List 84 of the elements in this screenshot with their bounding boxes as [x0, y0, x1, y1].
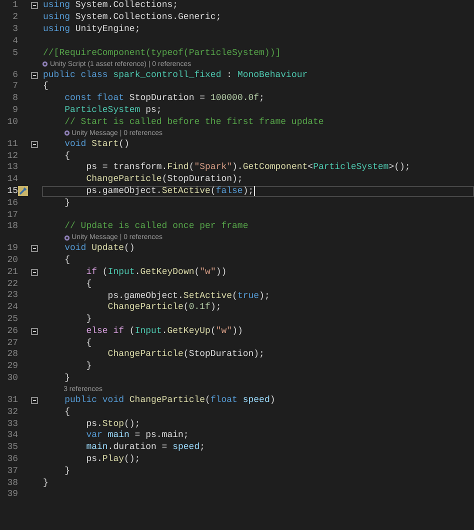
code-line: main.duration = speed; — [86, 442, 206, 454]
code-line: public void ChangeParticle(float speed) — [64, 395, 276, 406]
line-number: 14 — [6, 174, 18, 186]
line-number: 27 — [6, 338, 18, 349]
code-line: // Update is called once per frame — [64, 221, 248, 232]
line-number: 11 — [6, 138, 18, 150]
collapse-icon[interactable] — [31, 72, 38, 79]
collapse-icon[interactable] — [31, 245, 38, 252]
line-number: 2 — [12, 12, 18, 24]
collapse-icon[interactable] — [31, 2, 38, 10]
code-line: } — [86, 361, 92, 372]
code-line: const float StopDuration = 100000.0f; — [64, 93, 264, 104]
text-cursor — [254, 186, 255, 196]
code-line: { — [43, 81, 48, 92]
line-number: 22 — [6, 278, 18, 290]
code-line: if (Input.GetKeyDown("w")) — [86, 266, 227, 278]
line-number: 36 — [6, 454, 18, 466]
collapse-icon[interactable] — [31, 268, 38, 276]
code-line: { — [86, 278, 92, 290]
line-number: 31 — [6, 395, 18, 406]
line-number: 15 — [6, 186, 18, 197]
line-number: 33 — [6, 418, 18, 430]
code-line: ps.Play(); — [86, 454, 140, 466]
code-line: ps = transform.Find("Spark").GetComponent<ParticleSystem>(); — [86, 162, 410, 174]
code-line: } — [43, 478, 48, 489]
line-number: 24 — [6, 302, 18, 314]
code-line: using System.Collections; — [43, 0, 178, 12]
collapse-icon[interactable] — [31, 140, 38, 148]
code-line: var main = ps.main; — [86, 430, 189, 442]
line-number: 30 — [6, 373, 18, 384]
line-number: 39 — [6, 489, 18, 500]
line-number: 10 — [6, 116, 18, 128]
line-number: 20 — [6, 255, 18, 266]
code-line: ParticleSystem ps; — [64, 104, 162, 116]
line-number: 12 — [6, 150, 18, 162]
line-number: 32 — [6, 406, 18, 418]
code-line: //[RequireComponent(typeof(ParticleSystem))] — [43, 48, 281, 59]
line-number: 28 — [6, 349, 18, 360]
line-number: 21 — [6, 266, 18, 278]
code-line: // Start is called before the first frame update — [64, 116, 324, 128]
line-number: 16 — [6, 198, 18, 209]
line-number: 9 — [12, 104, 18, 116]
code-line: } — [64, 198, 70, 209]
code-line: } — [64, 466, 70, 477]
code-line: void Start() — [64, 138, 130, 150]
code-line: } — [86, 314, 92, 326]
line-number: 1 — [12, 0, 18, 12]
code-line: ChangeParticle(0.1f); — [108, 302, 222, 314]
line-number: 4 — [12, 36, 18, 47]
line-number: 29 — [6, 361, 18, 372]
code-line: ChangeParticle(StopDuration); — [108, 349, 264, 360]
quick-action-icon[interactable] — [18, 186, 28, 196]
line-number: 18 — [6, 221, 18, 232]
code-line: void Update() — [64, 243, 135, 254]
line-number: 8 — [12, 93, 18, 104]
code-line: ps.Stop(); — [86, 418, 140, 430]
collapse-icon[interactable] — [31, 397, 38, 404]
line-number: 37 — [6, 466, 18, 477]
line-number: 7 — [12, 81, 18, 92]
line-number: 38 — [6, 478, 18, 489]
code-line: } — [64, 373, 70, 384]
line-number: 25 — [6, 314, 18, 326]
line-number: 35 — [6, 442, 18, 454]
code-line: { — [64, 255, 70, 266]
code-line: { — [86, 338, 92, 349]
code-line: public class spark_controll_fixed : MonoBehaviour — [43, 70, 308, 81]
line-number: 3 — [12, 24, 18, 35]
code-line: { — [64, 406, 70, 418]
code-line: { — [64, 150, 70, 162]
line-number: 19 — [6, 243, 18, 254]
code-line: else if (Input.GetKeyUp("w")) — [86, 326, 243, 337]
collapse-icon[interactable] — [31, 328, 38, 335]
line-number: 23 — [6, 290, 18, 302]
line-number: 26 — [6, 326, 18, 337]
line-number: 5 — [12, 48, 18, 59]
line-number: 6 — [12, 70, 18, 81]
line-number: 13 — [6, 162, 18, 174]
code-line: ps.gameObject.SetActive(true); — [108, 290, 270, 302]
line-number: 34 — [6, 430, 18, 442]
code-line: using System.Collections.Generic; — [43, 12, 222, 24]
code-line: ChangeParticle(StopDuration); — [86, 174, 243, 186]
code-line: using UnityEngine; — [43, 24, 140, 35]
code-line: ps.gameObject.SetActive(false); — [86, 186, 254, 197]
line-number: 17 — [6, 210, 18, 221]
